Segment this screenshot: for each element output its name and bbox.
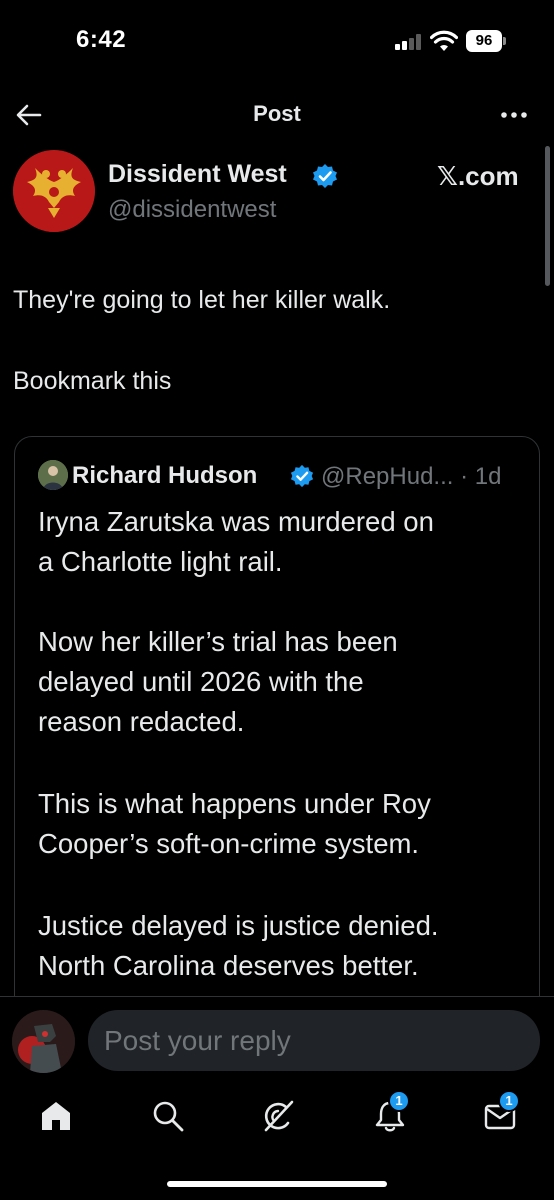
quoted-post-card[interactable]: Richard Hudson @RepHud... · 1d Iryna Zar… xyxy=(14,436,540,1036)
post-text-line: Bookmark this xyxy=(13,367,172,395)
cellular-signal-icon xyxy=(395,34,425,50)
quote-line: reason redacted. xyxy=(38,706,245,737)
messages-count-badge: 1 xyxy=(498,1090,520,1112)
author-name[interactable]: Dissident West xyxy=(108,160,287,189)
quote-line: This is what happens under Roy xyxy=(38,788,431,819)
notifications-count-badge: 1 xyxy=(388,1090,410,1112)
home-indicator[interactable] xyxy=(167,1181,387,1187)
quote-line: delayed until 2026 with the xyxy=(38,666,364,697)
grok-icon xyxy=(264,1100,294,1132)
quote-paragraph: Iryna Zarutska was murdered on a Charlot… xyxy=(38,502,528,582)
my-avatar[interactable] xyxy=(12,1010,75,1073)
quote-line: North Carolina deserves better. xyxy=(38,950,419,981)
screen: 6:42 96 Post Dissident West @dissidentwe… xyxy=(0,0,554,1200)
home-icon xyxy=(42,1102,70,1130)
battery-level: 96 xyxy=(475,32,493,49)
post-text-line: They're going to let her killer walk. xyxy=(13,286,391,314)
quote-paragraph: Justice delayed is justice denied. North… xyxy=(38,906,528,986)
tab-home[interactable] xyxy=(36,1096,76,1136)
quote-paragraph: This is what happens under Roy Cooper’s … xyxy=(38,784,528,864)
quote-line: Justice delayed is justice denied. xyxy=(38,910,439,941)
tab-notifications[interactable]: 1 xyxy=(370,1090,410,1136)
quote-line: Cooper’s soft-on-crime system. xyxy=(38,828,420,859)
quote-line: Now her killer’s trial has been xyxy=(38,626,398,657)
tab-grok[interactable] xyxy=(258,1096,298,1136)
verified-badge-icon xyxy=(290,464,314,488)
source-label: 𝕏.com xyxy=(437,161,519,191)
tab-search[interactable] xyxy=(148,1096,188,1136)
status-bar: 6:42 96 xyxy=(0,0,554,80)
quote-line: Iryna Zarutska was murdered on xyxy=(38,506,434,537)
status-time: 6:42 xyxy=(76,26,127,53)
reply-bar xyxy=(0,996,554,1084)
author-avatar[interactable] xyxy=(13,150,95,232)
quote-handle-and-time: @RepHud... · 1d xyxy=(321,463,502,490)
header: Post xyxy=(0,86,554,144)
quote-author-avatar xyxy=(38,460,68,490)
scrollbar-thumb[interactable] xyxy=(545,146,550,286)
more-options-icon[interactable] xyxy=(498,100,530,130)
reply-input[interactable] xyxy=(88,1010,540,1071)
double-headed-eagle-icon xyxy=(13,150,95,232)
quote-line: a Charlotte light rail. xyxy=(38,546,283,577)
quote-paragraph: Now her killer’s trial has been delayed … xyxy=(38,622,528,742)
battery-icon: 96 xyxy=(466,30,506,52)
tab-messages[interactable]: 1 xyxy=(480,1090,520,1136)
page-title: Post xyxy=(253,101,301,126)
author-handle[interactable]: @dissidentwest xyxy=(108,196,276,224)
verified-badge-icon xyxy=(313,164,337,188)
quote-author-name: Richard Hudson xyxy=(72,462,258,489)
wifi-icon xyxy=(430,30,458,51)
search-icon xyxy=(153,1101,184,1132)
